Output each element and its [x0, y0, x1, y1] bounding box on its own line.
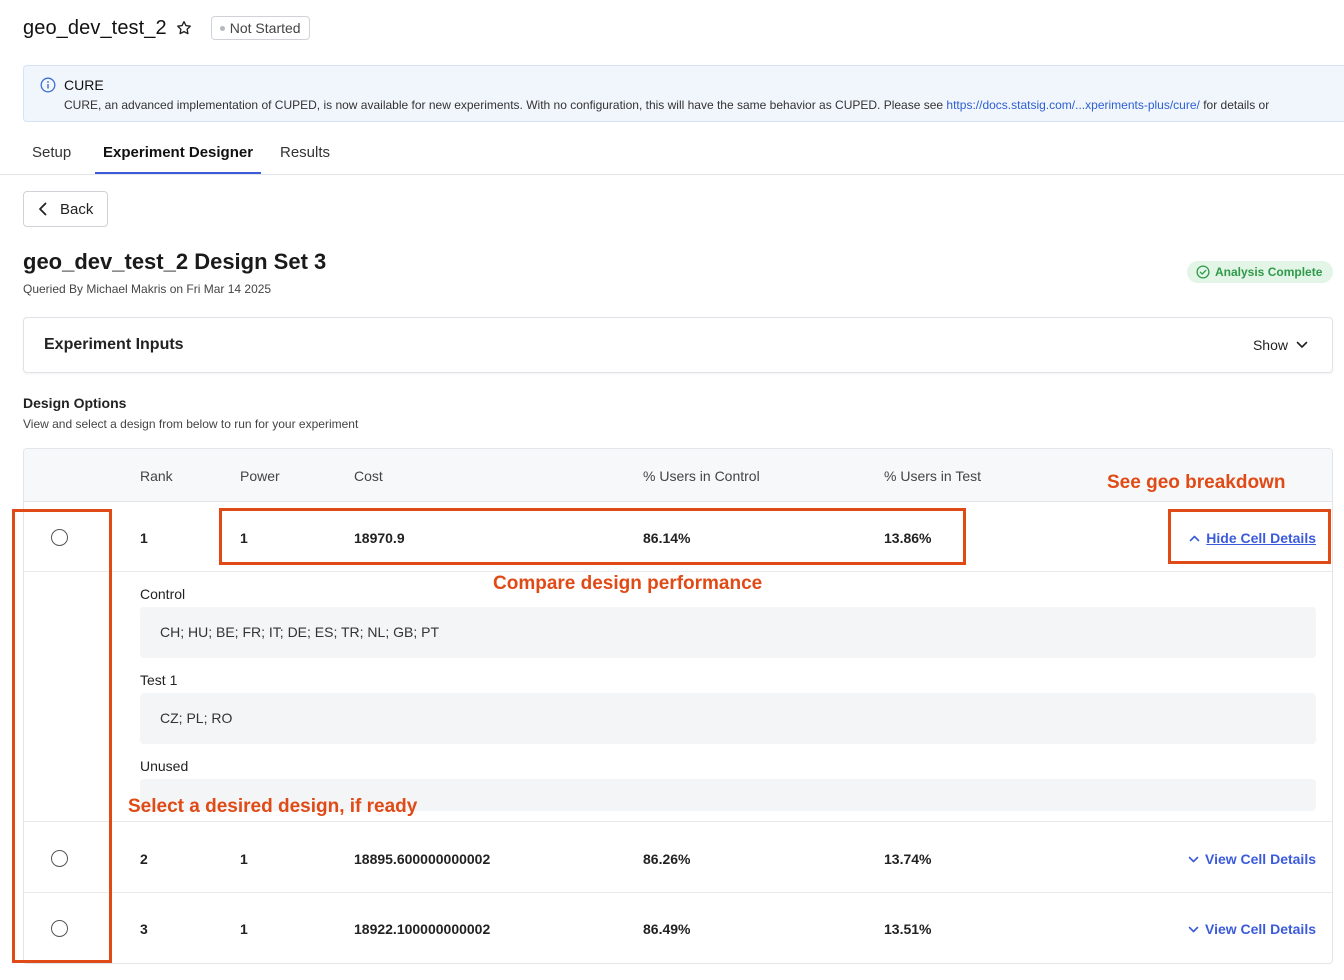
experiment-inputs-toggle[interactable]: Show [1253, 337, 1308, 353]
view-cell-details-label: View Cell Details [1204, 921, 1316, 937]
info-banner: CURE CURE, an advanced implementation of… [23, 65, 1344, 122]
annotation-radio-column-box [12, 509, 112, 963]
star-icon[interactable] [175, 19, 193, 37]
view-cell-details-link[interactable]: View Cell Details [1188, 921, 1316, 937]
analysis-status-text: Analysis Complete [1215, 265, 1323, 279]
show-label: Show [1252, 337, 1288, 353]
test-pct-cell: 13.74% [884, 851, 932, 867]
cell-details-panel: Control CH; HU; BE; FR; IT; DE; ES; TR; … [24, 572, 1332, 822]
unused-group-label: Unused [140, 758, 189, 774]
tab-bar: Setup Experiment Designer Results [0, 137, 1344, 175]
design-options-title: Design Options [23, 395, 127, 411]
annotation-select-design: Select a desired design, if ready [128, 796, 418, 817]
banner-docs-link[interactable]: https://docs.statsig.com/...xperiments-p… [946, 98, 1199, 112]
page-header: geo_dev_test_2 Not Started [23, 16, 310, 40]
power-cell: 1 [240, 921, 248, 937]
banner-title: CURE [64, 77, 104, 93]
rank-cell: 3 [140, 921, 148, 937]
rank-cell: 1 [140, 530, 148, 546]
annotation-compare-performance: Compare design performance [493, 573, 763, 594]
tab-setup[interactable]: Setup [32, 144, 71, 174]
chevron-down-icon [1296, 341, 1308, 348]
status-dot-icon [219, 25, 225, 31]
back-button[interactable]: Back [23, 191, 108, 227]
test-pct-cell: 13.51% [884, 921, 932, 937]
annotation-geo-breakdown: See geo breakdown [1107, 472, 1286, 493]
table-row[interactable]: 2 1 18895.600000000002 86.26% 13.74% Vie… [24, 823, 1332, 893]
table-row[interactable]: 3 1 18922.100000000002 86.49% 13.51% Vie… [24, 893, 1332, 963]
control-pct-cell: 86.26% [643, 851, 691, 867]
experiment-inputs-card: Experiment Inputs Show [23, 317, 1333, 373]
cost-cell: 18922.100000000002 [354, 921, 491, 937]
chevron-left-icon [39, 202, 47, 216]
header-cost: Cost [354, 468, 383, 484]
control-group-label: Control [140, 586, 186, 602]
tab-results[interactable]: Results [280, 144, 330, 174]
status-badge: Not Started [210, 16, 310, 40]
banner-text: CURE, an advanced implementation of CUPE… [64, 98, 1269, 112]
view-cell-details-label: View Cell Details [1204, 851, 1316, 867]
header-power: Power [240, 468, 280, 484]
power-cell: 1 [240, 851, 248, 867]
annotation-details-link-box [1168, 509, 1331, 564]
back-label: Back [60, 200, 94, 218]
info-icon [40, 77, 56, 93]
control-pct-cell: 86.49% [643, 921, 691, 937]
annotation-metrics-box [219, 508, 966, 565]
test-group-values: CZ; PL; RO [140, 693, 1316, 744]
analysis-status-badge: Analysis Complete [1187, 261, 1333, 283]
design-set-title: geo_dev_test_2 Design Set 3 [23, 249, 327, 274]
page-title: geo_dev_test_2 [23, 16, 167, 39]
header-test-pct: % Users in Test [884, 468, 981, 484]
rank-cell: 2 [140, 851, 148, 867]
header-control-pct: % Users in Control [643, 468, 760, 484]
chevron-down-icon [1188, 926, 1199, 932]
tab-experiment-designer[interactable]: Experiment Designer [95, 144, 262, 174]
test-group-label: Test 1 [140, 672, 178, 688]
status-text: Not Started [229, 20, 301, 36]
check-circle-icon [1196, 265, 1210, 279]
view-cell-details-link[interactable]: View Cell Details [1188, 851, 1316, 867]
banner-text-before: CURE, an advanced implementation of CUPE… [64, 98, 947, 112]
banner-text-after: for details or [1199, 98, 1270, 112]
cost-cell: 18895.600000000002 [354, 851, 491, 867]
experiment-inputs-title: Experiment Inputs [44, 336, 184, 353]
queried-by-text: Queried By Michael Makris on Fri Mar 14 … [23, 282, 272, 296]
control-group-values: CH; HU; BE; FR; IT; DE; ES; TR; NL; GB; … [140, 607, 1316, 658]
chevron-down-icon [1188, 856, 1199, 862]
design-options-subtitle: View and select a design from below to r… [23, 417, 359, 431]
header-rank: Rank [140, 468, 173, 484]
